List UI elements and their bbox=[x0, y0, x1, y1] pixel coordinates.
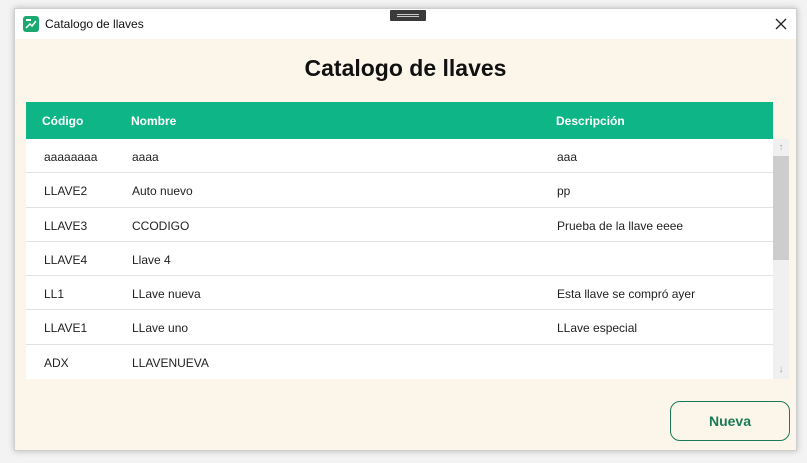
page-title: Catalogo de llaves bbox=[304, 55, 507, 81]
table-row[interactable]: LLAVE3 CCODIGO Prueba de la llave eeee bbox=[26, 207, 773, 242]
table-row[interactable]: LL1 LLave nueva Esta llave se compró aye… bbox=[26, 276, 773, 311]
arrow-up-icon[interactable]: ↑ bbox=[773, 141, 789, 155]
catalog-window: Catalogo de llaves Catalogo de llaves Có… bbox=[14, 8, 797, 451]
table-header: Código Nombre Descripción bbox=[26, 102, 773, 139]
cell-descripcion: aaa bbox=[557, 150, 578, 164]
cell-nombre: CCODIGO bbox=[132, 218, 190, 233]
header-codigo[interactable]: Código bbox=[42, 114, 83, 128]
table-row[interactable]: LLAVE4 Llave 4 bbox=[26, 241, 773, 277]
cell-codigo: LL1 bbox=[44, 287, 65, 302]
header-descripcion[interactable]: Descripción bbox=[556, 114, 625, 128]
cell-nombre: LLAVENUEVA bbox=[132, 355, 209, 370]
cell-codigo: LLAVE3 bbox=[44, 218, 88, 233]
table-row[interactable]: LLAVE1 LLave uno LLave especial bbox=[26, 310, 773, 345]
cell-nombre: LLave nueva bbox=[132, 287, 201, 302]
cell-descripcion: Esta llave se compró ayer bbox=[557, 287, 696, 302]
cell-descripcion: Prueba de la llave eeee bbox=[557, 218, 684, 233]
cell-nombre: Llave 4 bbox=[132, 252, 171, 267]
title-bar[interactable]: Catalogo de llaves bbox=[15, 9, 796, 39]
keys-table: Código Nombre Descripción aaaaaaaa aaaa … bbox=[26, 102, 773, 379]
table-row[interactable]: aaaaaaaa aaaa aaa bbox=[26, 139, 773, 174]
scroll-thumb[interactable] bbox=[773, 156, 789, 260]
table-scrollbar[interactable]: ↑ ↓ bbox=[773, 139, 789, 379]
cell-codigo: aaaaaaaa bbox=[44, 150, 98, 164]
cell-descripcion: pp bbox=[557, 184, 571, 199]
arrow-down-icon[interactable]: ↓ bbox=[773, 363, 789, 377]
new-key-button[interactable]: Nueva bbox=[670, 401, 790, 441]
cell-nombre: LLave uno bbox=[132, 321, 189, 336]
cell-nombre: aaaa bbox=[132, 150, 159, 164]
cell-codigo: LLAVE4 bbox=[44, 252, 88, 267]
cell-descripcion: LLave especial bbox=[557, 321, 638, 336]
cell-codigo: ADX bbox=[44, 355, 69, 370]
key-app-icon bbox=[23, 16, 39, 32]
close-icon bbox=[775, 18, 787, 30]
window-title: Catalogo de llaves bbox=[45, 17, 144, 31]
cell-codigo: LLAVE1 bbox=[44, 321, 88, 336]
cell-nombre: Auto nuevo bbox=[132, 184, 193, 199]
cell-codigo: LLAVE2 bbox=[44, 184, 88, 199]
header-nombre[interactable]: Nombre bbox=[131, 114, 176, 128]
drag-handle[interactable] bbox=[390, 10, 426, 21]
close-button[interactable] bbox=[770, 13, 792, 35]
table-row[interactable]: ADX LLAVENUEVA bbox=[26, 344, 773, 379]
table-row[interactable]: LLAVE2 Auto nuevo pp bbox=[26, 173, 773, 208]
table-body: aaaaaaaa aaaa aaa LLAVE2 Auto nuevo pp L… bbox=[26, 139, 773, 379]
